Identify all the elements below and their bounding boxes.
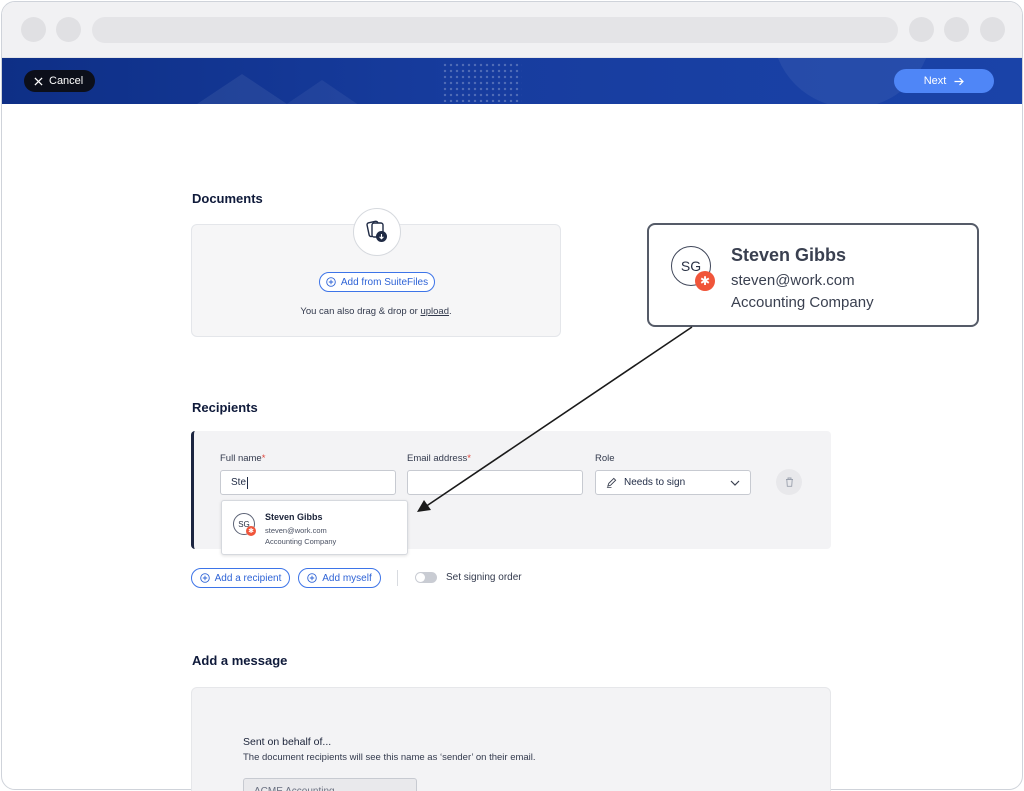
message-title: Add a message [192, 653, 288, 668]
add-from-suitefiles-button[interactable]: Add from SuiteFiles [319, 272, 435, 292]
signing-order-toggle[interactable] [415, 572, 437, 583]
role-select[interactable]: Needs to sign [595, 470, 751, 495]
callout-company: Accounting Company [731, 294, 874, 311]
documents-icon [353, 208, 401, 256]
close-icon [34, 76, 43, 86]
hubspot-icon: ✱ [695, 271, 715, 291]
pen-icon [606, 477, 617, 488]
trash-icon [785, 477, 793, 487]
hubspot-icon: ✱ [246, 526, 256, 536]
sent-on-behalf-title: Sent on behalf of... [243, 736, 332, 748]
suggestion-email: steven@work.com [265, 526, 327, 535]
role-value: Needs to sign [624, 477, 686, 488]
full-name-input[interactable]: Ste [220, 470, 396, 495]
app-header: Cancel Next [2, 58, 1022, 104]
email-input[interactable] [407, 470, 583, 495]
full-name-label: Full name* [220, 453, 266, 464]
next-button[interactable]: Next [894, 69, 994, 93]
plus-circle-icon [307, 573, 318, 583]
sender-name-field[interactable]: ACME Accounting [243, 778, 417, 791]
delete-recipient-button[interactable] [776, 469, 802, 495]
role-label: Role [595, 453, 615, 464]
upload-hint: You can also drag & drop or upload. [300, 306, 452, 317]
callout-email: steven@work.com [731, 272, 855, 289]
sent-on-behalf-description: The document recipients will see this na… [243, 752, 536, 763]
divider [397, 570, 398, 586]
contact-callout: SG ✱ Steven Gibbs steven@work.com Accoun… [647, 223, 979, 327]
cancel-label: Cancel [49, 75, 84, 87]
add-myself-button[interactable]: Add myself [298, 568, 381, 588]
arrow-right-icon [954, 77, 965, 85]
browser-action-dot[interactable] [944, 17, 969, 42]
email-label: Email address* [407, 453, 471, 464]
recipients-title: Recipients [192, 400, 258, 415]
text-caret [247, 476, 249, 489]
contact-suggestion[interactable]: SG ✱ Steven Gibbs steven@work.com Accoun… [221, 500, 408, 555]
chevron-down-icon [730, 480, 740, 486]
browser-window: Cancel Next [1, 1, 1023, 790]
address-bar[interactable] [92, 17, 898, 43]
window-control-dot[interactable] [21, 17, 46, 42]
cancel-button[interactable]: Cancel [24, 70, 96, 92]
plus-circle-icon [326, 277, 336, 287]
next-label: Next [923, 75, 947, 87]
documents-title: Documents [192, 191, 263, 206]
browser-action-dot[interactable] [909, 17, 934, 42]
upload-link[interactable]: upload [420, 306, 449, 317]
browser-chrome [2, 2, 1022, 58]
signing-order-label: Set signing order [446, 572, 522, 583]
suggestion-company: Accounting Company [265, 537, 337, 546]
plus-circle-icon [199, 573, 210, 583]
window-control-dot[interactable] [56, 17, 81, 42]
add-from-suitefiles-label: Add from SuiteFiles [340, 276, 429, 288]
add-recipient-button[interactable]: Add a recipient [191, 568, 290, 588]
browser-action-dot[interactable] [980, 17, 1005, 42]
document-upload-icon [366, 220, 387, 242]
suggestion-name: Steven Gibbs [265, 512, 323, 522]
callout-name: Steven Gibbs [731, 245, 847, 265]
